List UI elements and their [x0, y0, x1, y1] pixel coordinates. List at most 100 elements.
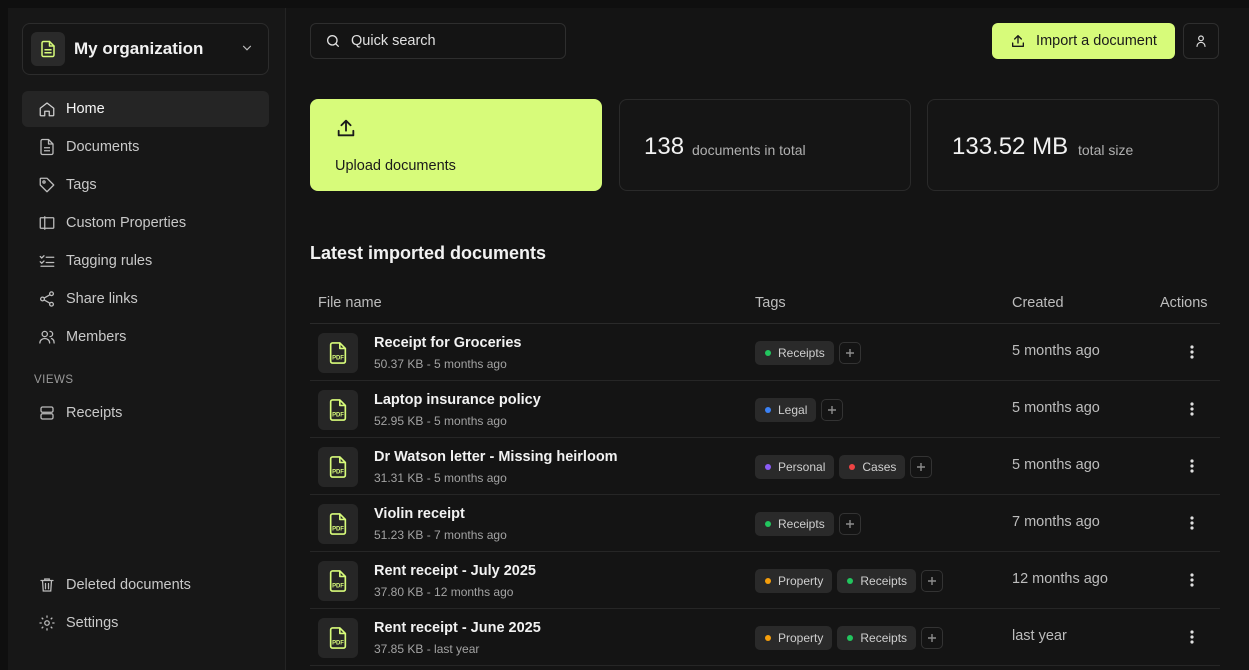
- more-actions-icon[interactable]: [1182, 456, 1202, 476]
- tag-color-dot: [765, 635, 771, 641]
- more-actions-icon[interactable]: [1182, 342, 1202, 362]
- tag-badge[interactable]: Legal: [755, 398, 817, 422]
- upload-documents-card[interactable]: Upload documents: [310, 99, 602, 191]
- tag-badge[interactable]: Receipts: [755, 512, 834, 536]
- tag-badge[interactable]: Receipts: [755, 341, 834, 365]
- more-actions-icon[interactable]: [1182, 513, 1202, 533]
- tag-badge[interactable]: Cases: [839, 455, 906, 479]
- document-created: 5 months ago: [1012, 343, 1100, 359]
- tag-badge[interactable]: Receipts: [837, 569, 917, 593]
- pdf-file-icon: PDF: [318, 561, 358, 601]
- document-name[interactable]: Rent receipt - July 2025: [374, 563, 536, 579]
- document-meta: 51.23 KB - 7 months ago: [374, 528, 507, 542]
- more-actions-icon[interactable]: [1182, 570, 1202, 590]
- tag-color-dot: [847, 578, 854, 584]
- document-name[interactable]: Receipt for Groceries: [374, 335, 521, 351]
- document-tags: Property Receipts: [755, 626, 944, 650]
- document-name[interactable]: Dr Watson letter - Missing heirloom: [374, 449, 618, 465]
- sidebar-item-share-links[interactable]: Share links: [22, 281, 269, 317]
- add-tag-button[interactable]: [921, 627, 944, 649]
- sidebar-item-home[interactable]: Home: [22, 91, 269, 127]
- sidebar-item-label: Tagging rules: [66, 253, 153, 269]
- plus-icon: [928, 634, 937, 642]
- tag-badge[interactable]: Property: [755, 626, 833, 650]
- add-tag-button[interactable]: [921, 570, 944, 592]
- upload-icon: [335, 117, 357, 144]
- document-created: last year: [1012, 628, 1067, 644]
- column-header-file-name: File name: [318, 295, 382, 311]
- more-actions-icon[interactable]: [1182, 399, 1202, 419]
- sidebar-item-documents[interactable]: Documents: [22, 129, 269, 165]
- import-document-button[interactable]: Import a document: [992, 23, 1175, 59]
- table-row[interactable]: PDF Dr Watson letter - Missing heirloom 31…: [310, 438, 1220, 495]
- home-icon: [39, 102, 55, 117]
- quick-search-button[interactable]: Quick search: [310, 23, 566, 59]
- document-meta: 37.80 KB - 12 months ago: [374, 585, 514, 599]
- tag-badge[interactable]: Receipts: [837, 626, 917, 650]
- pdf-file-icon: PDF: [318, 447, 358, 487]
- chevron-down-icon: [240, 41, 254, 60]
- sidebar-item-members[interactable]: Members: [22, 319, 269, 355]
- tag-badge[interactable]: Property: [755, 569, 833, 593]
- organization-switcher[interactable]: My organization: [22, 23, 269, 75]
- sidebar-item-settings[interactable]: Settings: [22, 605, 269, 641]
- tag-label: Receipts: [778, 517, 825, 531]
- add-tag-button[interactable]: [838, 342, 861, 364]
- table-row[interactable]: PDF Rent receipt - July 2025 37.80 KB - 12…: [310, 552, 1220, 609]
- settings-icon: [39, 615, 55, 631]
- document-meta: 50.37 KB - 5 months ago: [374, 357, 507, 371]
- sidebar-item-deleted-documents[interactable]: Deleted documents: [22, 567, 269, 603]
- svg-text:PDF: PDF: [332, 469, 344, 475]
- organization-name: My organization: [74, 39, 204, 58]
- column-header-tags: Tags: [755, 295, 786, 311]
- plus-icon: [928, 577, 937, 585]
- sidebar-item-label: Deleted documents: [66, 577, 191, 593]
- document-created: 5 months ago: [1012, 457, 1100, 473]
- tag-badge[interactable]: Personal: [755, 455, 835, 479]
- sidebar-item-label: Receipts: [66, 405, 123, 421]
- table-row[interactable]: PDF Laptop insurance policy 52.95 KB - 5 m…: [310, 381, 1220, 438]
- tag-label: Legal: [778, 403, 808, 417]
- share-icon: [39, 291, 55, 307]
- document-name[interactable]: Laptop insurance policy: [374, 392, 541, 408]
- column-header-actions: Actions: [1160, 295, 1208, 311]
- user-menu-button[interactable]: [1183, 23, 1219, 59]
- tag-color-dot: [765, 578, 771, 584]
- tag-color-dot: [765, 521, 771, 527]
- pdf-file-icon: PDF: [318, 618, 358, 658]
- tag-label: Receipts: [860, 631, 908, 645]
- tag-label: Personal: [778, 460, 826, 474]
- tag-icon: [39, 177, 55, 193]
- column-header-created: Created: [1012, 295, 1064, 311]
- app: My organization Home Documents Tags Cust…: [0, 0, 1249, 670]
- sidebar-item-label: Members: [66, 329, 127, 345]
- document-created: 12 months ago: [1012, 571, 1108, 587]
- more-actions-icon[interactable]: [1182, 627, 1202, 647]
- sidebar: My organization Home Documents Tags Cust…: [8, 8, 286, 670]
- table-row[interactable]: PDF Rent receipt - June 2025 37.85 KB - la…: [310, 609, 1220, 666]
- plus-icon: [845, 349, 854, 357]
- user-icon: [1196, 35, 1206, 47]
- plus-icon: [845, 520, 854, 528]
- add-tag-button[interactable]: [821, 399, 844, 421]
- add-tag-button[interactable]: [838, 513, 861, 535]
- pdf-file-icon: PDF: [318, 504, 358, 544]
- document-icon: [40, 138, 54, 156]
- users-icon: [39, 330, 55, 344]
- tag-color-dot: [847, 635, 854, 641]
- table-row[interactable]: PDF Violin receipt 51.23 KB - 7 months ago…: [310, 495, 1220, 552]
- add-tag-button[interactable]: [910, 456, 933, 478]
- sidebar-item-label: Documents: [66, 139, 140, 155]
- table-row[interactable]: PDF Receipt for Groceries 50.37 KB - 5 mon…: [310, 324, 1220, 381]
- tag-color-dot: [765, 407, 771, 413]
- sidebar-item-tags[interactable]: Tags: [22, 167, 269, 203]
- document-tags: Receipts: [755, 512, 861, 536]
- document-name[interactable]: Rent receipt - June 2025: [374, 620, 541, 636]
- document-name[interactable]: Violin receipt: [374, 506, 465, 522]
- sidebar-item-tagging-rules[interactable]: Tagging rules: [22, 243, 269, 279]
- sidebar-item-label: Share links: [66, 291, 138, 307]
- sidebar-item-custom-properties[interactable]: Custom Properties: [22, 205, 269, 241]
- sidebar-view-receipts[interactable]: Receipts: [22, 395, 269, 431]
- svg-text:PDF: PDF: [332, 412, 344, 418]
- quick-search-label: Quick search: [351, 33, 436, 49]
